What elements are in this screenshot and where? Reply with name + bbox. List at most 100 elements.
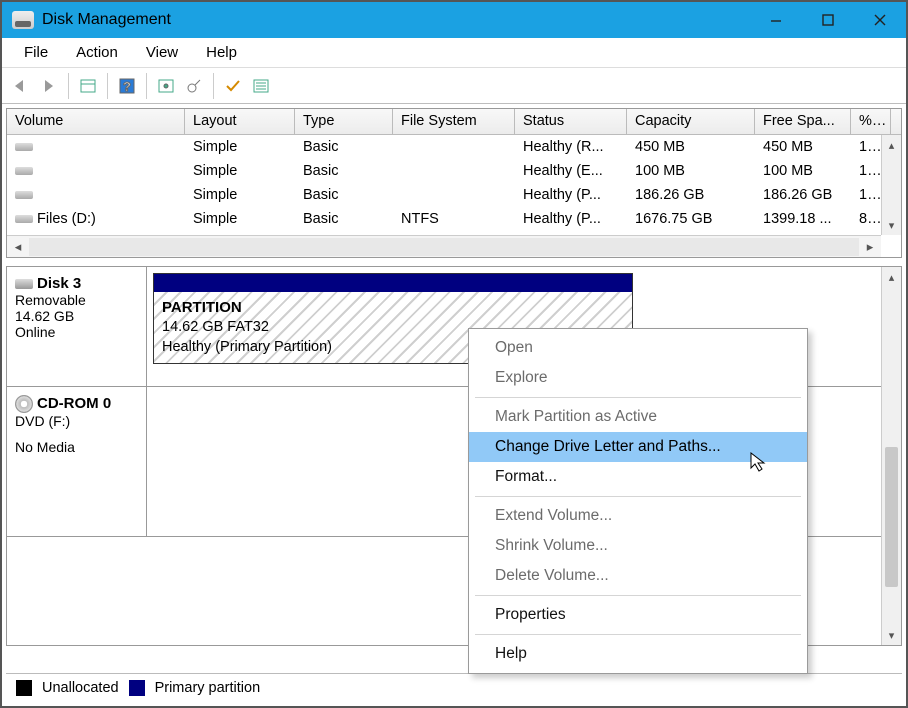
- gpane-scroll-down-icon[interactable]: ▾: [882, 625, 901, 645]
- window-buttons: [750, 2, 906, 38]
- context-menu-item: Mark Partition as Active: [469, 402, 807, 432]
- check-icon[interactable]: [220, 73, 246, 99]
- table-row[interactable]: SimpleBasicHealthy (R...450 MB450 MB100: [7, 135, 901, 159]
- disk3-name: Disk 3: [37, 275, 81, 292]
- maximize-button[interactable]: [802, 2, 854, 38]
- col-pctfree[interactable]: % F: [851, 109, 891, 134]
- table-cell: Healthy (P...: [515, 209, 627, 229]
- table-cell: Files (D:): [7, 209, 185, 229]
- table-cell: Basic: [295, 161, 393, 181]
- menu-file[interactable]: File: [10, 40, 62, 65]
- action-icon[interactable]: [181, 73, 207, 99]
- volume-icon: [15, 191, 33, 199]
- gpane-scroll-thumb[interactable]: [885, 447, 898, 587]
- close-button[interactable]: [854, 2, 906, 38]
- volume-icon: [15, 215, 33, 223]
- cdrom-media: No Media: [15, 439, 138, 455]
- table-cell: [393, 193, 515, 197]
- disk3-label[interactable]: Disk 3 Removable 14.62 GB Online: [7, 267, 147, 386]
- context-menu-item[interactable]: Properties: [469, 600, 807, 630]
- gpane-scroll-up-icon[interactable]: ▴: [882, 267, 901, 287]
- col-type[interactable]: Type: [295, 109, 393, 134]
- legend: Unallocated Primary partition: [6, 673, 902, 702]
- table-cell: 100 MB: [755, 161, 851, 181]
- table-cell: Simple: [185, 161, 295, 181]
- forward-button[interactable]: [36, 73, 62, 99]
- legend-primary-swatch: [129, 680, 145, 696]
- back-button[interactable]: [8, 73, 34, 99]
- window-title: Disk Management: [42, 11, 750, 29]
- partition-header-bar: [154, 274, 632, 292]
- table-cell: [393, 169, 515, 173]
- table-hscrollbar[interactable]: ◂ ▸: [7, 235, 881, 257]
- table-row[interactable]: Files (D:)SimpleBasicNTFSHealthy (P...16…: [7, 207, 901, 231]
- toolbar: ?: [2, 68, 906, 104]
- table-cell: 450 MB: [755, 137, 851, 157]
- table-vscrollbar[interactable]: ▴ ▾: [881, 135, 901, 235]
- table-cell: 1399.18 ...: [755, 209, 851, 229]
- table-cell: [7, 161, 185, 181]
- table-cell: Simple: [185, 137, 295, 157]
- context-menu-item: Delete Volume...: [469, 561, 807, 591]
- menu-separator: [475, 496, 801, 497]
- table-cell: Healthy (R...: [515, 137, 627, 157]
- context-menu-item: Open: [469, 333, 807, 363]
- context-menu-item: Explore: [469, 363, 807, 393]
- table-row[interactable]: SimpleBasicHealthy (P...186.26 GB186.26 …: [7, 183, 901, 207]
- partition-name: PARTITION: [162, 298, 624, 318]
- table-cell: 450 MB: [627, 137, 755, 157]
- volume-icon: [15, 143, 33, 151]
- cdrom-name: CD-ROM 0: [37, 395, 111, 412]
- col-layout[interactable]: Layout: [185, 109, 295, 134]
- table-cell: NTFS: [393, 209, 515, 229]
- table-cell: [7, 137, 185, 157]
- help-icon[interactable]: ?: [114, 73, 140, 99]
- table-cell: Healthy (E...: [515, 161, 627, 181]
- cursor-icon: [750, 452, 770, 474]
- volume-icon: [15, 167, 33, 175]
- menu-view[interactable]: View: [132, 40, 192, 65]
- col-filesystem[interactable]: File System: [393, 109, 515, 134]
- context-menu-item: Extend Volume...: [469, 501, 807, 531]
- app-icon: [12, 11, 34, 29]
- table-cell: 186.26 GB: [627, 185, 755, 205]
- hscroll-track[interactable]: [29, 238, 859, 256]
- col-status[interactable]: Status: [515, 109, 627, 134]
- disk3-state: Online: [15, 324, 138, 340]
- legend-unallocated-label: Unallocated: [42, 680, 119, 696]
- refresh-icon[interactable]: [75, 73, 101, 99]
- menu-separator: [475, 595, 801, 596]
- col-freespace[interactable]: Free Spa...: [755, 109, 851, 134]
- legend-unallocated-swatch: [16, 680, 32, 696]
- menu-help[interactable]: Help: [192, 40, 251, 65]
- context-menu: OpenExploreMark Partition as ActiveChang…: [468, 328, 808, 674]
- col-capacity[interactable]: Capacity: [627, 109, 755, 134]
- settings-icon[interactable]: [153, 73, 179, 99]
- disk3-kind: Removable: [15, 292, 138, 308]
- scroll-left-icon[interactable]: ◂: [7, 237, 29, 257]
- titlebar: Disk Management: [2, 2, 906, 38]
- volume-table: Volume Layout Type File System Status Ca…: [6, 108, 902, 258]
- table-row[interactable]: SimpleBasicHealthy (E...100 MB100 MB100: [7, 159, 901, 183]
- table-cell: Simple: [185, 209, 295, 229]
- gpane-vscrollbar[interactable]: ▴ ▾: [881, 267, 901, 645]
- table-cell: 1676.75 GB: [627, 209, 755, 229]
- scroll-up-icon[interactable]: ▴: [882, 135, 901, 155]
- minimize-button[interactable]: [750, 2, 802, 38]
- col-volume[interactable]: Volume: [7, 109, 185, 134]
- table-cell: Healthy (P...: [515, 185, 627, 205]
- cdrom-label[interactable]: CD-ROM 0 DVD (F:) No Media: [7, 387, 147, 536]
- table-cell: 186.26 GB: [755, 185, 851, 205]
- menu-separator: [475, 397, 801, 398]
- scroll-right-icon[interactable]: ▸: [859, 237, 881, 257]
- table-cell: Basic: [295, 185, 393, 205]
- svg-text:?: ?: [123, 79, 131, 94]
- menu-action[interactable]: Action: [62, 40, 132, 65]
- table-cell: Basic: [295, 209, 393, 229]
- list-icon[interactable]: [248, 73, 274, 99]
- table-body: SimpleBasicHealthy (R...450 MB450 MB100 …: [7, 135, 901, 231]
- scroll-down-icon[interactable]: ▾: [882, 215, 901, 235]
- disk-icon: [15, 279, 33, 289]
- context-menu-item[interactable]: Help: [469, 639, 807, 669]
- table-cell: 100 MB: [627, 161, 755, 181]
